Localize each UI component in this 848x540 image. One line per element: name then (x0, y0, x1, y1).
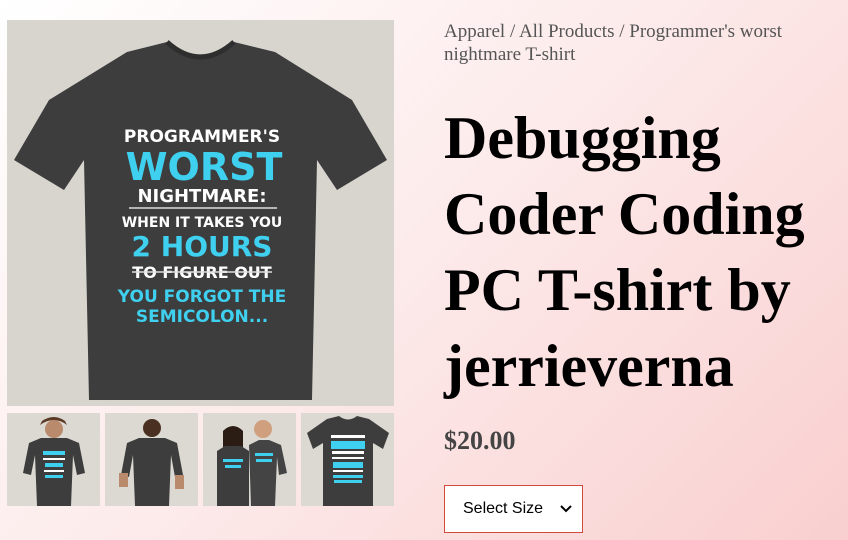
print-line-4: WHEN IT TAKES YOU (122, 215, 283, 231)
product-title: Debugging Coder Coding PC T-shirt by jer… (444, 105, 805, 399)
main-product-image[interactable]: PROGRAMMER'S WORST NIGHTMARE: WHEN IT TA… (7, 20, 394, 406)
print-line-7: YOU FORGOT THE (117, 287, 286, 307)
breadcrumb-separator: / (619, 21, 625, 42)
size-select[interactable]: Select Size (444, 485, 583, 533)
breadcrumb-all-products[interactable]: All Products (519, 21, 615, 42)
print-line-1: PROGRAMMER'S (124, 127, 280, 147)
breadcrumb: Apparel / All Products / Programmer's wo… (444, 20, 839, 66)
print-line-5: 2 HOURS (132, 230, 273, 263)
breadcrumb-separator: / (509, 21, 516, 42)
thumbnail-couple[interactable] (203, 413, 296, 506)
chevron-down-icon (560, 505, 572, 513)
print-line-3: NIGHTMARE: (137, 186, 266, 207)
thumbnail-strip (7, 413, 394, 506)
print-line-8: SEMICOLON... (136, 307, 268, 327)
breadcrumb-apparel[interactable]: Apparel (444, 21, 505, 42)
thumbnail-flat-shirt[interactable] (301, 413, 394, 506)
size-select-value: Select Size (463, 500, 544, 517)
thumbnail-model-back[interactable] (105, 413, 198, 506)
print-line-2: WORST (126, 145, 283, 189)
thumbnail-model-front[interactable] (7, 413, 100, 506)
product-price: $20.00 (444, 426, 516, 455)
